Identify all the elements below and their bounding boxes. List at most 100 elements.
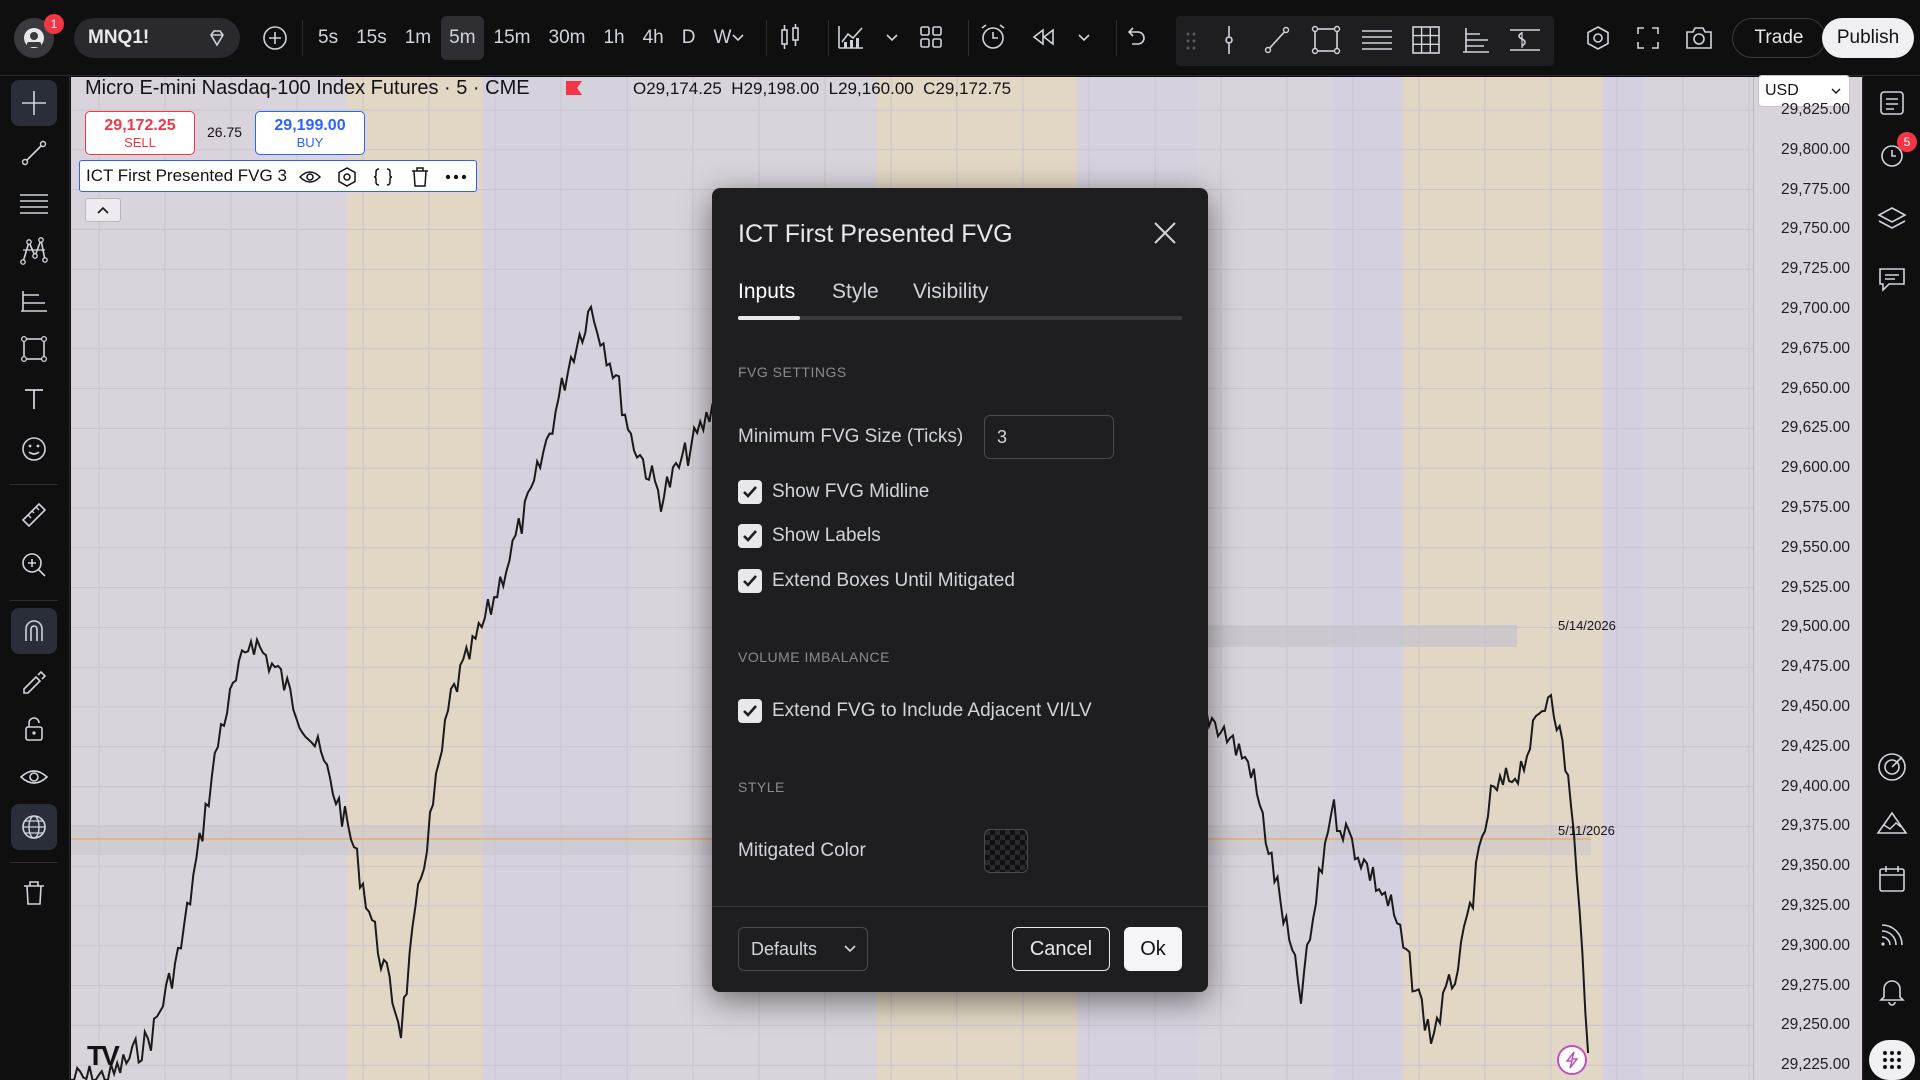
pattern-tool[interactable]: [11, 228, 57, 274]
cancel-button[interactable]: Cancel: [1012, 927, 1110, 971]
object-tree-button[interactable]: [1869, 196, 1915, 242]
interval-D-button[interactable]: D: [674, 16, 704, 60]
extend-fvg-vi-checkbox[interactable]: [738, 699, 762, 723]
interval-dropdown-button[interactable]: [726, 22, 750, 54]
publish-button[interactable]: Publish: [1822, 18, 1914, 58]
grid-tool[interactable]: [1410, 24, 1442, 61]
drag-handle[interactable]: [1184, 30, 1198, 57]
remove-drawings-tool[interactable]: [11, 870, 57, 916]
buy-label: BUY: [296, 135, 324, 150]
ruler-tool[interactable]: [11, 492, 57, 538]
notifications-button[interactable]: [1869, 968, 1915, 1014]
min-fvg-size-input[interactable]: [984, 415, 1114, 459]
interval-5s-button[interactable]: 5s: [310, 16, 346, 60]
tab-inputs[interactable]: Inputs: [738, 280, 795, 304]
symbol-search[interactable]: MNQ1!: [74, 18, 240, 58]
interval-15s-button[interactable]: 15s: [348, 16, 395, 60]
undo-button[interactable]: [1122, 24, 1148, 55]
alert-button[interactable]: [978, 22, 1008, 57]
line-tool[interactable]: [11, 130, 57, 176]
ok-button[interactable]: Ok: [1124, 927, 1182, 971]
drawings-settings-button[interactable]: [1584, 24, 1612, 57]
checkmark-icon: [743, 705, 757, 717]
collapse-legend-button[interactable]: [85, 198, 121, 222]
tradingview-logo[interactable]: TV: [87, 1040, 120, 1072]
sync-drawings-tool[interactable]: [11, 804, 57, 850]
replay-button[interactable]: [1030, 24, 1056, 55]
extend-boxes-row[interactable]: Extend Boxes Until Mitigated: [738, 568, 1015, 594]
add-symbol-button[interactable]: [254, 16, 296, 60]
show-labels-row[interactable]: Show Labels: [738, 523, 881, 549]
fullscreen-button[interactable]: [1636, 26, 1660, 55]
horizontal-lines-tool[interactable]: [1360, 24, 1394, 61]
lock-drawings-tool[interactable]: [11, 706, 57, 752]
more-icon[interactable]: [444, 173, 468, 181]
trendline-tool[interactable]: [1262, 24, 1292, 61]
replay-dropdown[interactable]: [1072, 22, 1096, 54]
ideas-button[interactable]: [1869, 800, 1915, 846]
diamond-icon[interactable]: [206, 27, 228, 49]
stay-in-drawing-mode[interactable]: [11, 658, 57, 704]
trade-button[interactable]: Trade: [1732, 18, 1826, 58]
interval-30m-button[interactable]: 30m: [541, 16, 594, 60]
extend-fvg-vi-row[interactable]: Extend FVG to Include Adjacent VI/LV: [738, 698, 1092, 724]
emoji-tool[interactable]: [11, 426, 57, 472]
show-fvg-midline-row[interactable]: Show FVG Midline: [738, 479, 929, 505]
show-labels-label: Show Labels: [772, 525, 881, 546]
crosshair-tool[interactable]: [11, 80, 57, 126]
grid-layout-icon: [920, 26, 942, 48]
defaults-dropdown[interactable]: Defaults: [738, 927, 868, 971]
vertical-line-tool[interactable]: [1214, 24, 1244, 61]
zoom-in-tool[interactable]: [11, 542, 57, 588]
forecast-icon: [21, 291, 47, 312]
extend-boxes-checkbox[interactable]: [738, 569, 762, 593]
interval-1m-button[interactable]: 1m: [397, 16, 439, 60]
apps-button[interactable]: [1869, 1040, 1915, 1080]
chevron-down-icon: [844, 945, 856, 953]
tab-inputs-label: Inputs: [738, 280, 796, 303]
close-button[interactable]: [1150, 218, 1180, 248]
indicator-legend[interactable]: ICT First Presented FVG 3: [79, 160, 477, 192]
alerts-button[interactable]: 5: [1869, 132, 1917, 178]
source-code-icon[interactable]: [372, 166, 394, 188]
interval-1h-button[interactable]: 1h: [595, 16, 632, 60]
bar-style-button[interactable]: [776, 22, 804, 57]
text-tool[interactable]: [11, 376, 57, 422]
layouts-button[interactable]: [918, 24, 944, 55]
watchlist-button[interactable]: [1869, 80, 1915, 126]
interval-15m-button[interactable]: 15m: [486, 16, 539, 60]
price-range-tool[interactable]: [1508, 24, 1542, 61]
fib-tool[interactable]: [11, 180, 57, 226]
eye-icon[interactable]: [298, 167, 322, 187]
chat-button[interactable]: [1869, 256, 1915, 302]
price-tick-label: 29,325.00: [1781, 897, 1850, 914]
tab-style[interactable]: Style: [832, 280, 879, 304]
layers-icon: [1877, 207, 1907, 229]
show-labels-checkbox[interactable]: [738, 524, 762, 548]
news-button[interactable]: [1869, 912, 1915, 958]
mitigated-color-swatch[interactable]: [984, 829, 1028, 873]
interval-4h-button[interactable]: 4h: [635, 16, 672, 60]
target-button[interactable]: [1869, 744, 1915, 790]
extend-fvg-vi-label: Extend FVG to Include Adjacent VI/LV: [772, 700, 1092, 721]
calendar-button[interactable]: [1869, 856, 1915, 902]
settings-icon[interactable]: [336, 166, 358, 188]
price-scale[interactable]: USD 29,825.00 29,800.00 29,775.00 29,750.00…: [1753, 75, 1862, 1080]
screenshot-button[interactable]: [1684, 24, 1714, 57]
interval-5m-button[interactable]: 5m: [441, 16, 484, 60]
flash-button[interactable]: [1557, 1045, 1587, 1075]
show-fvg-midline-checkbox[interactable]: [738, 480, 762, 504]
hide-drawings-tool[interactable]: [11, 754, 57, 800]
long-position-tool[interactable]: [1460, 24, 1492, 61]
sell-button[interactable]: 29,172.25 SELL: [85, 111, 195, 155]
forecast-tool[interactable]: [11, 278, 57, 324]
trash-icon[interactable]: [410, 166, 430, 188]
indicators-dropdown[interactable]: [880, 22, 904, 54]
shapes-tool[interactable]: [11, 326, 57, 372]
rectangle-tool[interactable]: [1310, 24, 1342, 61]
tab-visibility[interactable]: Visibility: [913, 280, 988, 304]
buy-button[interactable]: 29,199.00 BUY: [255, 111, 365, 155]
user-avatar[interactable]: 1: [14, 14, 64, 58]
indicators-button[interactable]: [836, 22, 866, 57]
magnet-tool[interactable]: [11, 608, 57, 654]
